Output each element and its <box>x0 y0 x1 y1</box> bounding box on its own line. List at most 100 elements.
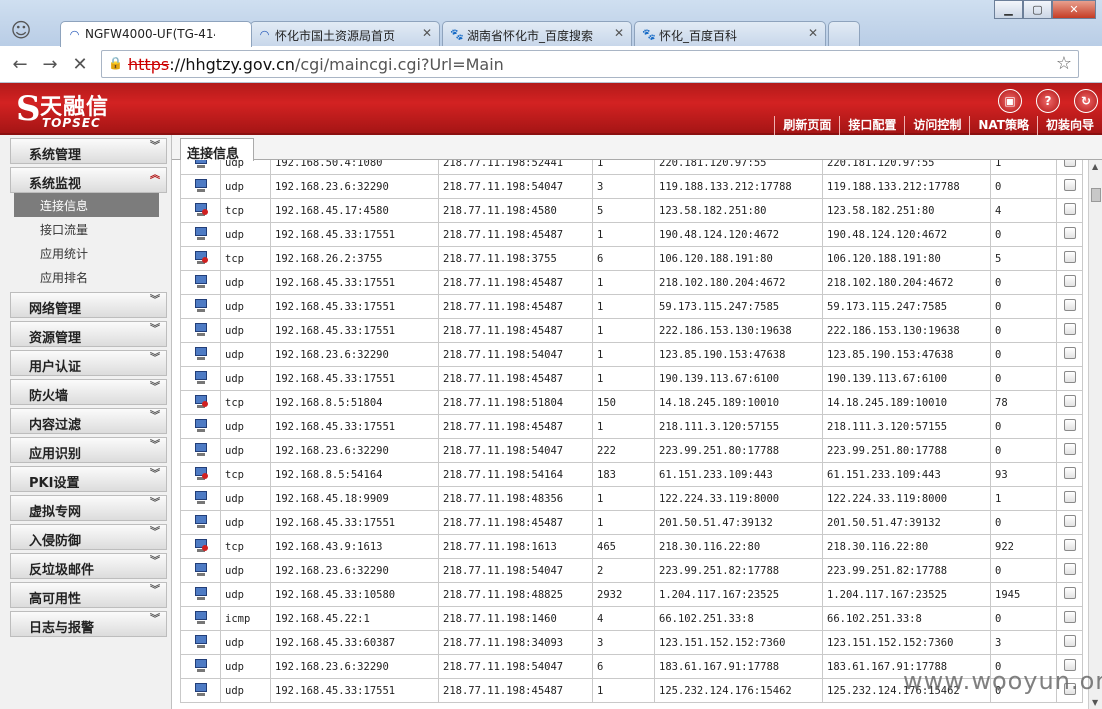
sidebar-section-pki[interactable]: PKI设置 ︾ <box>10 466 167 492</box>
sidebar-section-firewall[interactable]: 防火墙 ︾ <box>10 379 167 405</box>
tab-connection-info[interactable]: 连接信息 <box>180 138 255 162</box>
table-cell: udp <box>220 582 271 607</box>
row-checkbox[interactable] <box>1063 539 1076 551</box>
table-row[interactable]: tcp 192.168.26.2:3755 218.77.11.198:3755 6 1… <box>180 246 1083 271</box>
table-row[interactable]: udp 192.168.23.6:32290 218.77.11.198:54047… <box>180 438 1083 463</box>
nav-interface-config[interactable]: 接口配置 <box>839 116 904 135</box>
close-window-button[interactable]: ✕ <box>1052 0 1096 19</box>
table-row[interactable]: tcp 192.168.8.5:54164 218.77.11.198:54164 1… <box>180 462 1083 487</box>
browser-tab-active[interactable]: ◠ NGFW4000-UF(TG-4140 <box>60 21 252 47</box>
row-checkbox[interactable] <box>1063 395 1076 407</box>
table-row[interactable]: udp 192.168.45.33:17551 218.77.11.198:4548… <box>180 510 1083 535</box>
row-checkbox[interactable] <box>1063 491 1076 503</box>
sidebar-section-resources[interactable]: 资源管理 ︾ <box>10 321 167 347</box>
table-row[interactable]: udp 192.168.45.33:17551 218.77.11.198:4548… <box>180 270 1083 295</box>
user-profile-icon[interactable]: ☺ <box>6 18 36 44</box>
tab-close-icon[interactable]: ✕ <box>422 26 432 40</box>
table-cell: 119.188.133.212:17788 <box>822 174 991 199</box>
table-row[interactable]: icmp 192.168.45.22:1 218.77.11.198:1460 4 66… <box>180 606 1083 631</box>
save-icon[interactable]: ▣ <box>998 89 1022 113</box>
table-row[interactable]: udp 192.168.45.33:10580 218.77.11.198:4882… <box>180 582 1083 607</box>
sidebar-section-app-identification[interactable]: 应用识别 ︾ <box>10 437 167 463</box>
url-text[interactable]: https://hhgtzy.gov.cn/cgi/maincgi.cgi?Ur… <box>128 55 504 74</box>
address-bar[interactable]: 🔒 https://hhgtzy.gov.cn/cgi/maincgi.cgi?… <box>101 50 1079 78</box>
table-row[interactable]: udp 192.168.45.33:60387 218.77.11.198:3409… <box>180 630 1083 655</box>
stop-icon[interactable]: ✕ <box>68 53 92 77</box>
tab-close-icon[interactable]: ✕ <box>808 26 818 40</box>
table-cell: udp <box>220 558 271 583</box>
table-cell: 218.102.180.204:4672 <box>654 270 823 295</box>
row-checkbox[interactable] <box>1063 635 1076 647</box>
row-checkbox[interactable] <box>1063 251 1076 263</box>
sidebar-section-network[interactable]: 网络管理 ︾ <box>10 292 167 318</box>
table-row[interactable]: udp 192.168.23.6:32290 218.77.11.198:54047… <box>180 342 1083 367</box>
table-cell: 122.224.33.119:8000 <box>654 486 823 511</box>
row-checkbox[interactable] <box>1063 467 1076 479</box>
sidebar-item-interface-traffic[interactable]: 接口流量 <box>14 217 159 241</box>
nav-setup-wizard[interactable]: 初装向导 <box>1036 116 1102 135</box>
help-icon[interactable]: ? <box>1036 89 1060 113</box>
sidebar-section-vpn[interactable]: 虚拟专网 ︾ <box>10 495 167 521</box>
table-row[interactable]: udp 192.168.45.33:17551 218.77.11.198:4548… <box>180 366 1083 391</box>
row-checkbox[interactable] <box>1063 299 1076 311</box>
sidebar-item-app-ranking[interactable]: 应用排名 <box>14 265 159 289</box>
table-row[interactable]: udp 192.168.45.33:17551 218.77.11.198:4548… <box>180 294 1083 319</box>
table-row[interactable]: udp 192.168.45.33:17551 218.77.11.198:4548… <box>180 414 1083 439</box>
bookmark-star-icon[interactable]: ☆ <box>1056 53 1072 74</box>
table-row[interactable]: tcp 192.168.45.17:4580 218.77.11.198:4580 5… <box>180 198 1083 223</box>
browser-tab[interactable]: ◠ 怀化市国土资源局首页 ✕ <box>250 21 440 46</box>
row-checkbox[interactable] <box>1063 347 1076 359</box>
row-checkbox[interactable] <box>1063 515 1076 527</box>
sidebar-section-logs-alerts[interactable]: 日志与报警 ︾ <box>10 611 167 637</box>
row-checkbox[interactable] <box>1063 371 1076 383</box>
new-tab-button[interactable] <box>828 21 860 46</box>
row-checkbox[interactable] <box>1063 443 1076 455</box>
vertical-scrollbar[interactable]: ▲ ▼ <box>1088 160 1102 709</box>
scroll-up-icon[interactable]: ▲ <box>1092 162 1098 171</box>
forward-arrow-icon[interactable]: → <box>38 53 62 77</box>
sidebar-section-system-monitor[interactable]: 系统监视 ︽ <box>10 167 167 193</box>
minimize-button[interactable]: ▁ <box>994 0 1023 19</box>
maximize-button[interactable]: ▢ <box>1023 0 1052 19</box>
row-checkbox[interactable] <box>1063 419 1076 431</box>
table-row[interactable]: udp 192.168.23.6:32290 218.77.11.198:54047… <box>180 558 1083 583</box>
sidebar-section-user-auth[interactable]: 用户认证 ︾ <box>10 350 167 376</box>
tab-close-icon[interactable]: ✕ <box>614 26 624 40</box>
table-row[interactable]: tcp 192.168.43.9:1613 218.77.11.198:1613 46… <box>180 534 1083 559</box>
row-checkbox[interactable] <box>1063 160 1076 167</box>
scroll-down-icon[interactable]: ▼ <box>1092 698 1098 707</box>
scrollbar-thumb[interactable] <box>1091 188 1101 202</box>
nav-nat-policy[interactable]: NAT策略 <box>969 116 1037 135</box>
browser-tab[interactable]: 🐾 湖南省怀化市_百度搜索 ✕ <box>442 21 632 46</box>
sidebar-section-content-filter[interactable]: 内容过滤 ︾ <box>10 408 167 434</box>
row-checkbox[interactable] <box>1063 587 1076 599</box>
row-checkbox[interactable] <box>1063 563 1076 575</box>
table-row[interactable]: udp 192.168.45.33:17551 218.77.11.198:4548… <box>180 222 1083 247</box>
sidebar-section-ips[interactable]: 入侵防御 ︾ <box>10 524 167 550</box>
sidebar-section-high-availability[interactable]: 高可用性 ︾ <box>10 582 167 608</box>
table-row[interactable]: udp 192.168.50.4:1080 218.77.11.198:52441 1… <box>180 160 1083 175</box>
table-row[interactable]: udp 192.168.45.33:17551 218.77.11.198:4548… <box>180 318 1083 343</box>
logout-icon[interactable]: ↻ <box>1074 89 1098 113</box>
chevron-down-icon: ︾ <box>150 141 160 152</box>
sidebar-section-system-management[interactable]: 系统管理 ︾ <box>10 138 167 164</box>
sidebar-item-connection-info[interactable]: 连接信息 <box>14 193 159 217</box>
chevron-down-icon: ︾ <box>150 324 160 335</box>
row-checkbox[interactable] <box>1063 323 1076 335</box>
row-checkbox[interactable] <box>1063 203 1076 215</box>
row-checkbox[interactable] <box>1063 179 1076 191</box>
table-cell: 223.99.251.80:17788 <box>654 438 823 463</box>
sidebar-item-app-statistics[interactable]: 应用统计 <box>14 241 159 265</box>
back-arrow-icon[interactable]: ← <box>8 53 32 77</box>
row-checkbox[interactable] <box>1063 227 1076 239</box>
browser-tab[interactable]: 🐾 怀化_百度百科 ✕ <box>634 21 826 46</box>
sidebar-section-anti-spam[interactable]: 反垃圾邮件 ︾ <box>10 553 167 579</box>
table-cell: 1 <box>592 270 655 295</box>
row-checkbox[interactable] <box>1063 611 1076 623</box>
nav-access-control[interactable]: 访问控制 <box>904 116 969 135</box>
table-row[interactable]: tcp 192.168.8.5:51804 218.77.11.198:51804 1… <box>180 390 1083 415</box>
table-row[interactable]: udp 192.168.45.18:9909 218.77.11.198:48356… <box>180 486 1083 511</box>
table-row[interactable]: udp 192.168.23.6:32290 218.77.11.198:54047… <box>180 174 1083 199</box>
row-checkbox[interactable] <box>1063 275 1076 287</box>
nav-refresh-page[interactable]: 刷新页面 <box>774 116 839 135</box>
